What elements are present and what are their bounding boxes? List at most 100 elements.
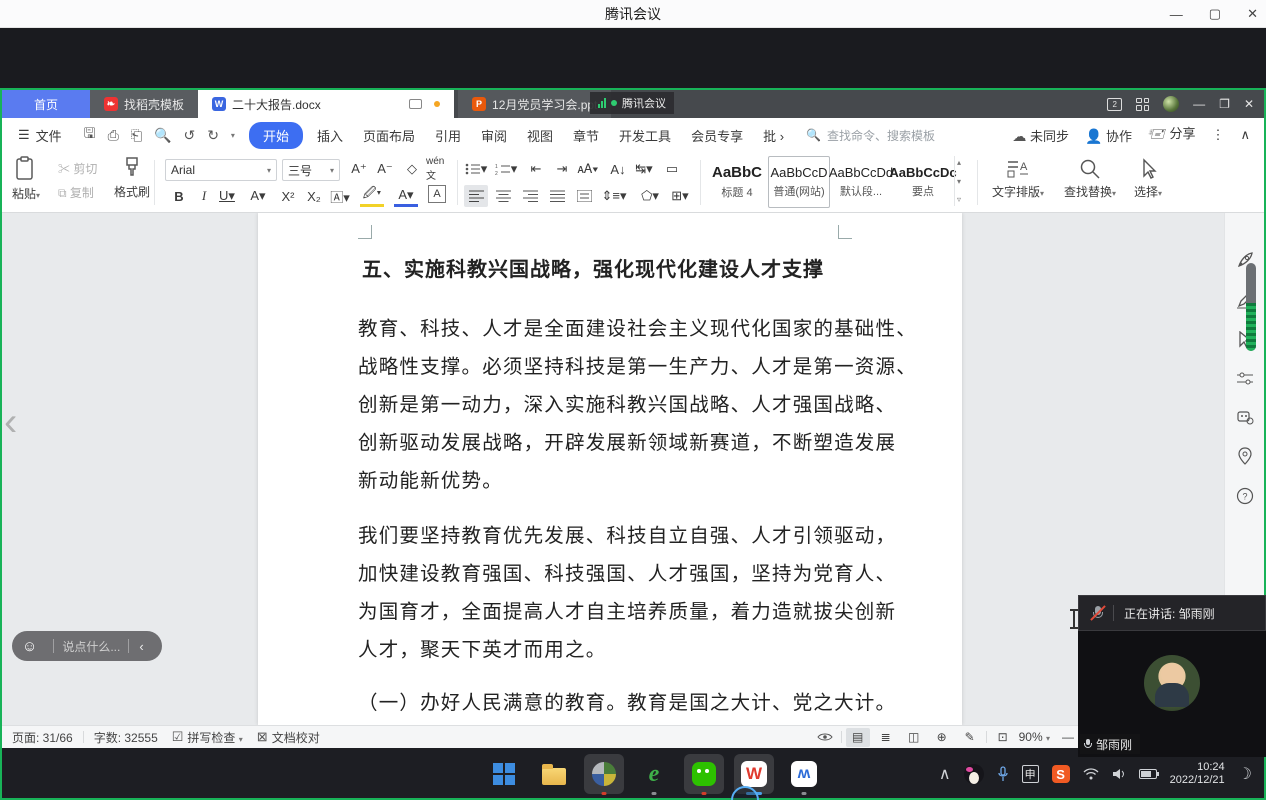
- help-icon[interactable]: ?: [1236, 487, 1254, 505]
- export-icon[interactable]: ⎙: [108, 127, 119, 144]
- print-preview-icon[interactable]: 🔍: [154, 127, 171, 144]
- find-replace-button[interactable]: 查找替换▾: [1064, 158, 1116, 200]
- shading-icon[interactable]: ⬠▾: [638, 185, 662, 207]
- start-button[interactable]: [484, 754, 524, 794]
- bold-icon[interactable]: B: [167, 185, 191, 207]
- sogou-input-icon[interactable]: S: [1051, 765, 1070, 783]
- line-spacing-icon[interactable]: ⇕≡▾: [602, 185, 627, 207]
- decrease-indent-icon[interactable]: ⇤: [524, 158, 548, 180]
- photos-app-button[interactable]: [584, 754, 624, 795]
- wps-minimize-button[interactable]: —: [1193, 97, 1205, 111]
- menu-insert[interactable]: 插入: [307, 122, 353, 149]
- text-direction-icon[interactable]: A↓: [606, 158, 630, 180]
- menu-dev-tools[interactable]: 开发工具: [609, 122, 681, 149]
- copy-button[interactable]: ⧉ 复制: [58, 184, 94, 201]
- numbered-list-icon[interactable]: 1 2 ▾: [494, 158, 518, 180]
- view-read-mode[interactable]: ◫: [902, 728, 926, 747]
- wechat-button[interactable]: [684, 754, 724, 795]
- close-button[interactable]: ✕: [1247, 6, 1258, 22]
- wrap-icon[interactable]: ↹▾: [632, 158, 656, 180]
- adjust-sliders-icon[interactable]: [1236, 371, 1254, 387]
- menu-page-layout[interactable]: 页面布局: [353, 122, 425, 149]
- file-explorer-button[interactable]: [534, 754, 574, 794]
- style-keypoint[interactable]: AaBbCcDc 要点: [889, 156, 956, 208]
- collaborate-button[interactable]: 👤 协作: [1085, 126, 1132, 145]
- char-style-icon[interactable]: A▾: [246, 185, 270, 207]
- tab-presentation[interactable]: P 12月党员学习会.ppt: [458, 90, 612, 118]
- view-ink-mode[interactable]: ✎: [958, 728, 982, 747]
- distribute-icon[interactable]: [572, 185, 596, 207]
- location-pin-icon[interactable]: [1237, 447, 1253, 465]
- collapse-chat-icon[interactable]: ‹: [139, 639, 143, 654]
- wps-close-button[interactable]: ✕: [1244, 97, 1254, 111]
- zoom-out-icon[interactable]: —: [1062, 730, 1074, 744]
- view-page-mode[interactable]: ▤: [845, 727, 870, 747]
- undo-icon[interactable]: ↺: [183, 127, 195, 144]
- align-right-icon[interactable]: [518, 185, 542, 207]
- style-heading4[interactable]: AaBbC 标题 4: [706, 156, 768, 208]
- window-arrange-icon[interactable]: 2: [1107, 97, 1123, 111]
- share-button[interactable]: 🖅 分享: [1148, 123, 1195, 147]
- clear-format-icon[interactable]: ◇: [400, 158, 424, 180]
- menu-review[interactable]: 审阅: [471, 122, 517, 149]
- word-count[interactable]: 字数: 32555: [94, 729, 158, 746]
- document-canvas[interactable]: 五、实施科教兴国战略，强化现代化建设人才支撑 教育、科技、人才是全面建设社会主义…: [2, 213, 1264, 725]
- italic-icon[interactable]: I: [192, 185, 216, 207]
- vertical-scrollbar[interactable]: [1246, 263, 1256, 351]
- browser-button[interactable]: e: [634, 754, 674, 795]
- menu-section[interactable]: 章节: [563, 122, 609, 149]
- file-menu[interactable]: ☰ 文件: [2, 126, 74, 145]
- menu-comment-overflow[interactable]: 批 ›: [753, 122, 794, 149]
- tab-home[interactable]: 首页: [2, 90, 90, 118]
- superscript-icon[interactable]: X²: [276, 185, 300, 207]
- proofread-button[interactable]: 文档校对: [272, 729, 320, 746]
- emoji-icon[interactable]: ☺: [22, 638, 37, 655]
- qq-tray-icon[interactable]: [963, 764, 984, 784]
- format-painter-button[interactable]: 格式刷: [114, 156, 150, 200]
- wps-restore-button[interactable]: ❐: [1219, 97, 1230, 111]
- redo-icon[interactable]: ↻: [207, 127, 219, 144]
- collapse-ribbon-icon[interactable]: ∧: [1240, 127, 1250, 143]
- font-size-select[interactable]: 三号 ▾: [282, 159, 340, 181]
- assistant-robot-icon[interactable]: [1236, 409, 1254, 425]
- mic-tray-icon[interactable]: [997, 766, 1009, 782]
- menu-references[interactable]: 引用: [425, 122, 471, 149]
- justify-icon[interactable]: [545, 185, 569, 207]
- night-mode-icon[interactable]: ☽: [1238, 764, 1252, 784]
- increase-indent-icon[interactable]: ⇥: [550, 158, 574, 180]
- ruler-icon[interactable]: ▭: [660, 158, 684, 180]
- pinyin-guide-icon[interactable]: wén 文: [426, 156, 450, 182]
- tray-expand-icon[interactable]: ∧: [939, 764, 951, 784]
- view-web-mode[interactable]: ⊕: [930, 728, 954, 747]
- styles-scroll-down-icon[interactable]: ▾: [957, 177, 961, 186]
- meeting-taskbar-button[interactable]: ʍ: [784, 754, 824, 795]
- volume-icon[interactable]: [1112, 768, 1126, 780]
- overlay-prev-arrow[interactable]: ‹: [4, 402, 17, 442]
- style-normal-web[interactable]: AaBbCcD 普通(网站): [768, 156, 830, 208]
- battery-icon[interactable]: [1138, 769, 1159, 779]
- decrease-font-icon[interactable]: A⁻: [373, 158, 397, 180]
- command-search[interactable]: 🔍 查找命令、搜索模板: [806, 127, 976, 144]
- save-icon[interactable]: 🖫: [84, 123, 96, 147]
- tray-clock[interactable]: 10:24 2022/12/21: [1170, 761, 1225, 787]
- text-tool-icon[interactable]: 🗚▾: [576, 158, 600, 180]
- tab-document[interactable]: W 二十大报告.docx: [198, 90, 455, 118]
- eye-protect-icon[interactable]: [816, 732, 833, 742]
- print-icon[interactable]: ⎗: [131, 127, 142, 144]
- spellcheck-toggle[interactable]: 拼写检查 ▾: [187, 729, 242, 746]
- view-outline-mode[interactable]: ≣: [874, 728, 898, 747]
- styles-expand-icon[interactable]: ▿: [957, 195, 961, 204]
- zoom-level[interactable]: 90% ▾: [1019, 730, 1050, 744]
- font-color-icon[interactable]: A▾: [394, 185, 418, 207]
- chat-input-placeholder[interactable]: 说点什么...: [62, 638, 120, 655]
- underline-icon[interactable]: U▾: [215, 185, 239, 207]
- more-menu-icon[interactable]: ⋮: [1211, 127, 1224, 143]
- meeting-chat-pill[interactable]: ☺ 说点什么... ‹: [12, 631, 162, 661]
- cut-button[interactable]: ✂ 剪切: [58, 160, 97, 177]
- paste-button[interactable]: 粘贴▾: [12, 156, 40, 202]
- style-default-para[interactable]: AaBbCcDd 默认段...: [829, 156, 893, 208]
- increase-font-icon[interactable]: A⁺: [347, 158, 371, 180]
- bullet-list-icon[interactable]: ▾: [464, 158, 488, 180]
- app-grid-icon[interactable]: [1136, 97, 1150, 111]
- styles-scroll-up-icon[interactable]: ▴: [957, 158, 961, 167]
